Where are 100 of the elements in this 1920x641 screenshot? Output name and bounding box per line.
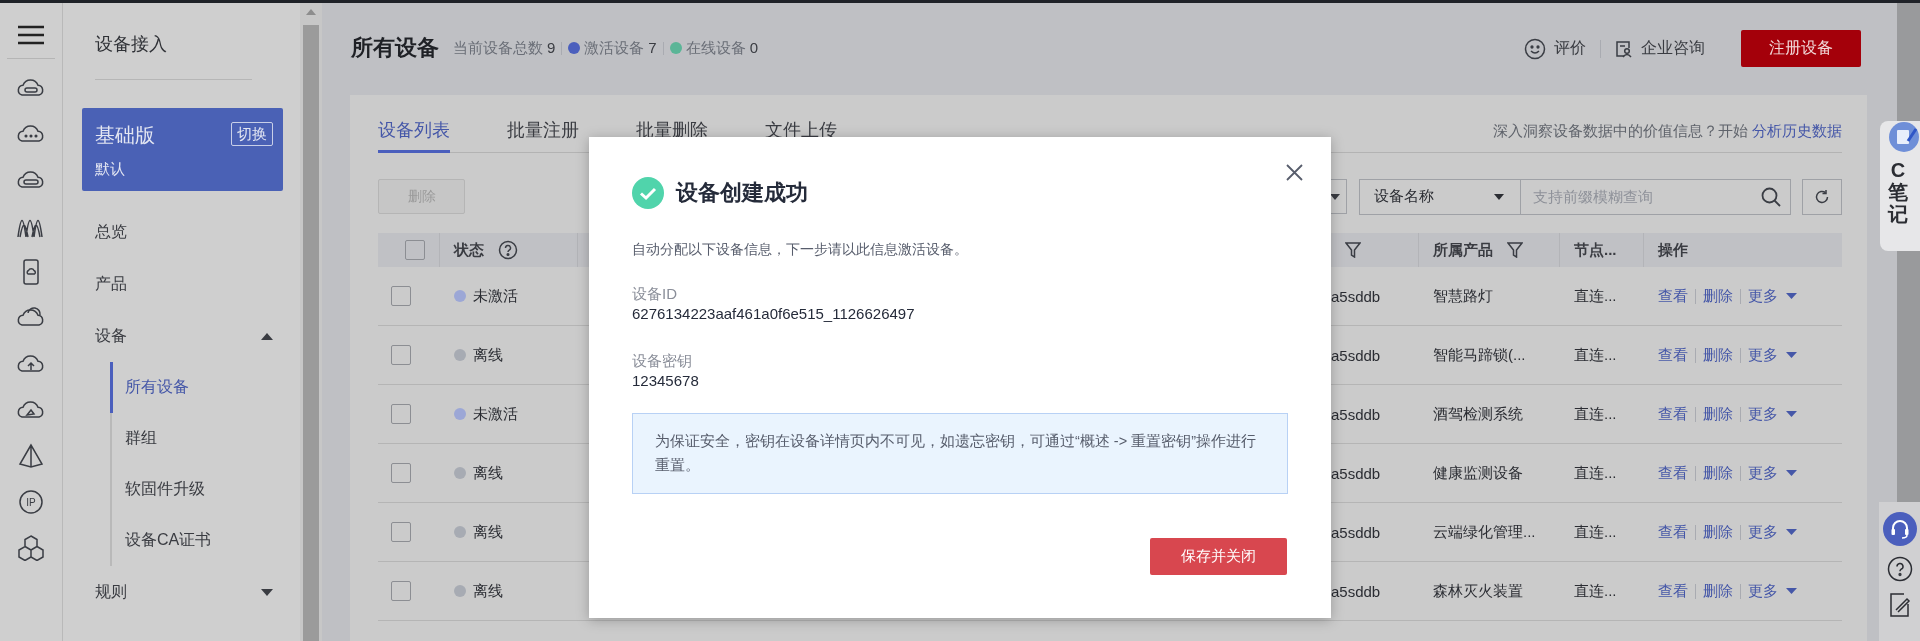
- refresh-icon: [1814, 188, 1830, 205]
- action-link[interactable]: 更多: [1748, 463, 1797, 483]
- table-cell: 云端绿化管理...: [1433, 522, 1536, 542]
- table-cell: 直连...: [1574, 404, 1617, 424]
- insight-text: 深入洞察设备数据中的价值信息？开始 分析历史数据: [1493, 122, 1842, 141]
- table-cell: a5sddb: [1331, 346, 1381, 364]
- caret-icon: [1786, 352, 1797, 358]
- menu-item[interactable]: 所有设备: [110, 362, 283, 413]
- table-cell: 直连...: [1574, 463, 1617, 483]
- action-link[interactable]: 查看: [1658, 463, 1688, 483]
- table-cell: 森林灭火装置: [1433, 581, 1523, 601]
- caret-icon: [1786, 470, 1797, 476]
- filter-icon[interactable]: [1345, 242, 1361, 258]
- action-link[interactable]: 更多: [1748, 286, 1797, 306]
- column-header: 状态: [454, 240, 484, 260]
- success-icon: [632, 177, 664, 209]
- table-cell: 健康监测设备: [1433, 463, 1523, 483]
- checkbox[interactable]: [391, 522, 411, 542]
- field-select[interactable]: 设备名称: [1359, 178, 1521, 215]
- notice-text: 为保证安全，密钥在设备详情页内不可见，如遗忘密钥，可通过“概述 -> 重置密钥”操作进行重置。: [632, 413, 1288, 494]
- page-title: 所有设备: [351, 34, 439, 62]
- search-field[interactable]: 支持前缀模糊查询: [1521, 178, 1791, 215]
- header-link[interactable]: 评价: [1510, 37, 1600, 60]
- menu-item[interactable]: 设备CA证书: [110, 515, 283, 566]
- close-icon[interactable]: [1286, 164, 1303, 181]
- help-icon[interactable]: [1886, 556, 1913, 582]
- action-link[interactable]: 删除: [1703, 345, 1733, 365]
- checkbox[interactable]: [391, 345, 411, 365]
- stat-label: 激活设备: [584, 39, 645, 57]
- status-text: 离线: [473, 581, 503, 601]
- action-link[interactable]: 查看: [1658, 522, 1688, 542]
- action-link[interactable]: 更多: [1748, 345, 1797, 365]
- edit-icon[interactable]: [1887, 592, 1912, 618]
- table-cell: 直连...: [1574, 522, 1617, 542]
- action-link[interactable]: 更多: [1748, 581, 1797, 601]
- action-link[interactable]: 删除: [1703, 463, 1733, 483]
- status-text: 未激活: [473, 404, 518, 424]
- help-icon: [498, 240, 518, 260]
- menu-item[interactable]: 产品: [82, 258, 283, 310]
- action-link[interactable]: 删除: [1703, 286, 1733, 306]
- menu-item[interactable]: 软固件升级: [110, 464, 283, 515]
- table-cell: a5sddb: [1331, 464, 1381, 482]
- notes-menu[interactable]: C笔记: [1880, 121, 1920, 251]
- table-cell: a5sddb: [1331, 287, 1381, 305]
- status-text: 离线: [473, 522, 503, 542]
- smiley-icon: [1524, 37, 1546, 60]
- history-link[interactable]: 分析历史数据: [1752, 122, 1842, 139]
- checkbox[interactable]: [405, 240, 425, 260]
- menu-item[interactable]: 总览: [82, 206, 283, 258]
- switch-button[interactable]: 切换: [231, 122, 273, 146]
- table-cell: 智能马蹄锁(...: [1433, 345, 1526, 365]
- stat-label: 当前设备总数: [453, 39, 543, 57]
- edition-name: 基础版: [95, 123, 155, 148]
- action-link[interactable]: 查看: [1658, 345, 1688, 365]
- table-cell: a5sddb: [1331, 523, 1381, 541]
- headset-icon[interactable]: [1882, 512, 1917, 546]
- column-header: 所属产品: [1433, 240, 1493, 260]
- field-label: 设备ID: [632, 284, 677, 304]
- table-cell: a5sddb: [1331, 405, 1381, 423]
- table-cell: 直连...: [1574, 286, 1617, 306]
- save-close-button[interactable]: 保存并关闭: [1150, 538, 1287, 575]
- menu-icon[interactable]: [18, 25, 44, 45]
- person-card-icon: [1615, 39, 1633, 58]
- column-header: 操作: [1658, 240, 1688, 260]
- action-link[interactable]: 删除: [1703, 522, 1733, 542]
- menu-item[interactable]: 群组: [110, 413, 283, 464]
- checkbox[interactable]: [391, 404, 411, 424]
- tab[interactable]: 设备列表: [378, 115, 450, 153]
- action-link[interactable]: 查看: [1658, 286, 1688, 306]
- status-text: 离线: [473, 345, 503, 365]
- filter-icon[interactable]: [1507, 242, 1523, 258]
- instance-name: 默认: [95, 160, 125, 179]
- register-button[interactable]: 注册设备: [1741, 30, 1861, 67]
- scrollbar-thumb[interactable]: [303, 25, 319, 641]
- table-cell: 酒驾检测系统: [1433, 404, 1523, 424]
- action-link[interactable]: 查看: [1658, 404, 1688, 424]
- checkbox[interactable]: [391, 581, 411, 601]
- note-icon: [1888, 121, 1920, 153]
- header-link[interactable]: 企业咨询: [1601, 38, 1719, 59]
- checkbox[interactable]: [391, 286, 411, 306]
- tab[interactable]: 批量注册: [507, 115, 579, 153]
- caret-icon[interactable]: [261, 588, 273, 596]
- action-link[interactable]: 更多: [1748, 404, 1797, 424]
- caret-icon: [1494, 193, 1504, 200]
- menu-item[interactable]: 规则: [95, 581, 127, 603]
- caret-icon: [1786, 293, 1797, 299]
- table-cell: 直连...: [1574, 345, 1617, 365]
- menu-item[interactable]: 设备: [95, 325, 127, 347]
- column-header: 节点...: [1574, 240, 1617, 260]
- search-icon[interactable]: [1761, 186, 1781, 207]
- checkbox[interactable]: [391, 463, 411, 483]
- stat-count: 7: [648, 39, 657, 57]
- action-link[interactable]: 删除: [1703, 581, 1733, 601]
- refresh-button[interactable]: [1802, 178, 1842, 215]
- action-link[interactable]: 查看: [1658, 581, 1688, 601]
- status-text: 离线: [473, 463, 503, 483]
- table-cell: 智慧路灯: [1433, 286, 1493, 306]
- action-link[interactable]: 删除: [1703, 404, 1733, 424]
- action-link[interactable]: 更多: [1748, 522, 1797, 542]
- caret-icon[interactable]: [261, 332, 273, 340]
